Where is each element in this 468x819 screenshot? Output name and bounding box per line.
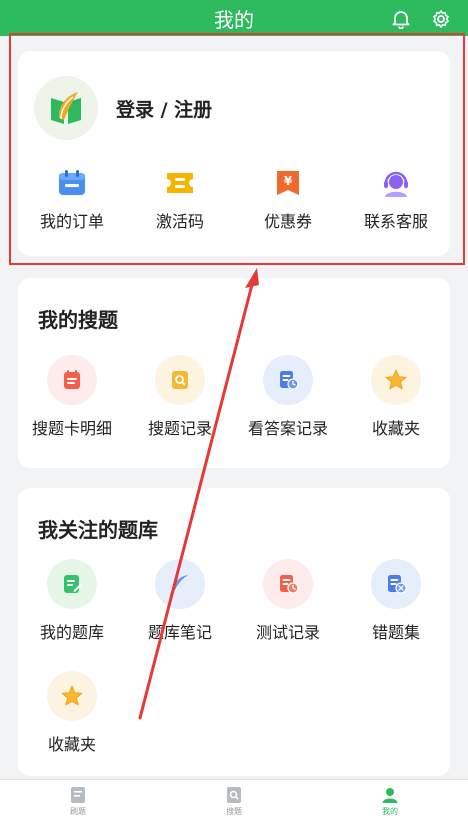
tab-search[interactable]: 搜题 [156,780,312,819]
tab-search-label: 搜题 [226,807,242,816]
tab-mine-label: 我的 [382,807,398,816]
doc-tab-icon [71,787,85,803]
tab-practice-label: 刷题 [70,807,86,816]
annotation-arrow [138,268,259,720]
tab-practice[interactable]: 刷题 [0,780,156,819]
person-icon [382,788,398,803]
bottom-tab-bar: 刷题 搜题 我的 [0,779,468,819]
search-tab-icon [227,787,241,803]
tab-mine[interactable]: 我的 [312,780,468,819]
